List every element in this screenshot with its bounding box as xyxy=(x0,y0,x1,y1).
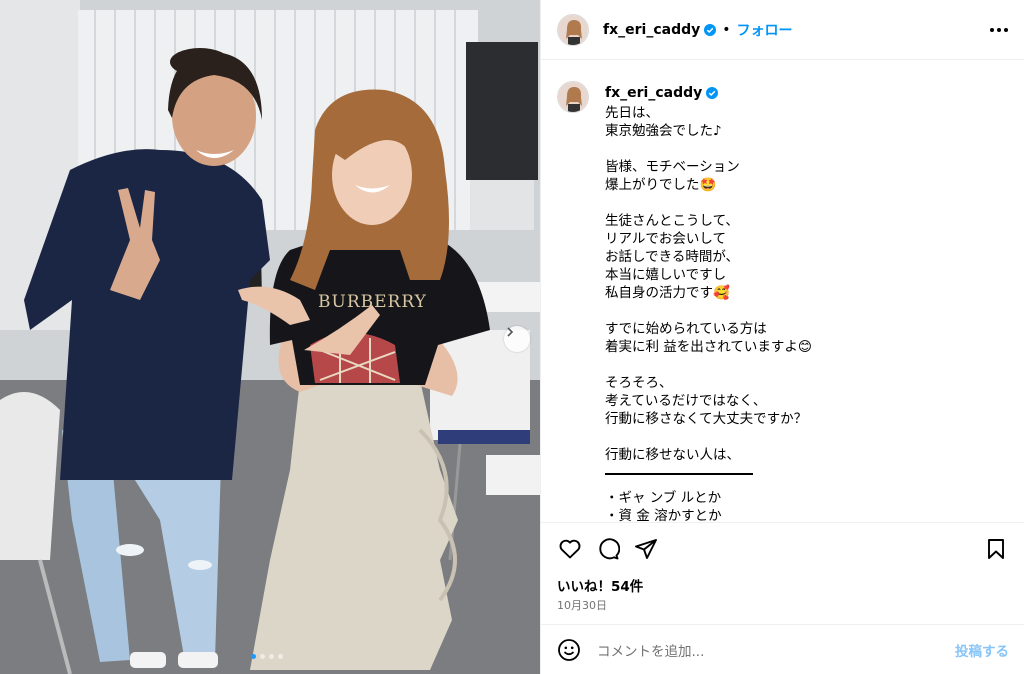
verified-badge-icon xyxy=(704,23,717,36)
action-bar xyxy=(557,536,1009,562)
caption-area[interactable]: fx_eri_caddy 先日は、 東京勉強会でした♪ 皆様、モチベーション 爆… xyxy=(541,61,1024,522)
post-date[interactable]: 10月30日 xyxy=(557,597,607,613)
post-header: fx_eri_caddy • フォロー xyxy=(541,0,1024,60)
verified-badge-icon xyxy=(706,87,719,99)
bookmark-icon[interactable] xyxy=(983,536,1009,562)
like-count[interactable]: いいね！54件 xyxy=(557,575,643,595)
avatar[interactable] xyxy=(557,13,589,46)
share-icon[interactable] xyxy=(633,536,659,562)
comment-icon[interactable] xyxy=(595,536,621,562)
header-separator: • xyxy=(722,21,731,38)
carousel-dot xyxy=(251,654,256,659)
heart-icon[interactable] xyxy=(557,536,583,562)
comment-form: コメントを追加... 投稿する xyxy=(557,626,1009,674)
carousel-next-button[interactable] xyxy=(504,326,530,352)
caption-text: 先日は、 東京勉強会でした♪ 皆様、モチベーション 爆上がりでした🤩 生徒さんと… xyxy=(605,105,812,463)
post-side-panel: fx_eri_caddy • フォロー fx_eri_caddy 先日は、 東京… xyxy=(540,0,1024,674)
avatar[interactable] xyxy=(557,81,589,113)
divider xyxy=(541,522,1024,523)
caption-username[interactable]: fx_eri_caddy xyxy=(605,85,702,101)
photo-illustration xyxy=(0,0,540,674)
carousel-dot xyxy=(278,654,283,659)
shirt-brand-text: BURBERRY xyxy=(318,292,427,312)
divider xyxy=(541,624,1024,625)
carousel-dot xyxy=(269,654,274,659)
post-photo[interactable]: BURBERRY xyxy=(0,0,540,674)
username-link[interactable]: fx_eri_caddy xyxy=(603,22,700,38)
caption-divider xyxy=(605,465,985,483)
more-options-icon[interactable] xyxy=(990,27,1008,32)
emoji-icon[interactable] xyxy=(557,638,581,662)
caption-list: ・ギャ ンブ ルとか ・資 金 溶かすとか ・FXは大 金 が必要とか xyxy=(605,490,722,522)
carousel-dot xyxy=(260,654,265,659)
post-comment-button[interactable]: 投稿する xyxy=(955,640,1009,660)
comment-input[interactable]: コメントを追加... xyxy=(597,640,955,660)
carousel-dots xyxy=(251,654,283,659)
follow-button[interactable]: フォロー xyxy=(737,20,793,40)
